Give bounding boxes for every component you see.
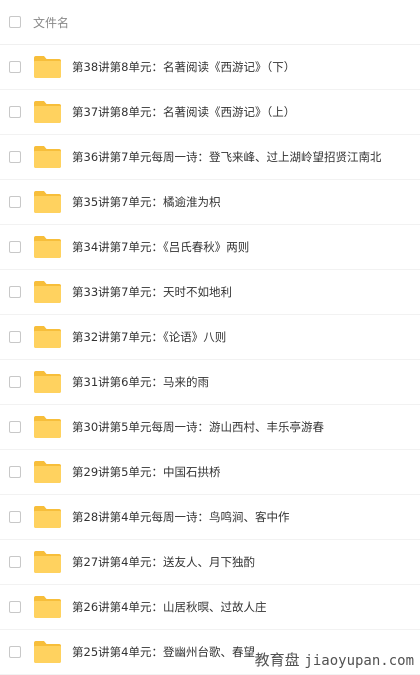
file-row[interactable]: 第38讲第8单元：名著阅读《西游记》（下） bbox=[0, 45, 420, 90]
file-row[interactable]: 第29讲第5单元：中国石拱桥 bbox=[0, 450, 420, 495]
folder-icon[interactable] bbox=[33, 505, 62, 529]
row-checkbox[interactable] bbox=[9, 646, 21, 658]
row-checkbox[interactable] bbox=[9, 241, 21, 253]
row-checkbox[interactable] bbox=[9, 151, 21, 163]
folder-icon[interactable] bbox=[33, 280, 62, 304]
file-row[interactable]: 第32讲第7单元：《论语》八则 bbox=[0, 315, 420, 360]
folder-icon[interactable] bbox=[33, 145, 62, 169]
file-name[interactable]: 第38讲第8单元：名著阅读《西游记》（下） bbox=[72, 59, 295, 75]
folder-icon[interactable] bbox=[33, 55, 62, 79]
watermark-cn: 教育盘 bbox=[254, 651, 300, 669]
file-name[interactable]: 第35讲第7单元：橘逾淮为枳 bbox=[72, 194, 220, 210]
row-checkbox[interactable] bbox=[9, 601, 21, 613]
row-checkbox[interactable] bbox=[9, 421, 21, 433]
folder-icon[interactable] bbox=[33, 595, 62, 619]
select-all-checkbox[interactable] bbox=[9, 16, 21, 28]
file-list-header: 文件名 bbox=[0, 0, 420, 45]
row-checkbox[interactable] bbox=[9, 466, 21, 478]
file-name[interactable]: 第32讲第7单元：《论语》八则 bbox=[72, 329, 226, 345]
folder-icon[interactable] bbox=[33, 640, 62, 664]
row-checkbox[interactable] bbox=[9, 196, 21, 208]
file-name[interactable]: 第26讲第4单元：山居秋暝、过故人庄 bbox=[72, 599, 266, 615]
file-name[interactable]: 第31讲第6单元：马来的雨 bbox=[72, 374, 209, 390]
file-row[interactable]: 第31讲第6单元：马来的雨 bbox=[0, 360, 420, 405]
file-name[interactable]: 第28讲第4单元每周一诗：鸟鸣涧、客中作 bbox=[72, 509, 289, 525]
row-checkbox[interactable] bbox=[9, 556, 21, 568]
file-row[interactable]: 第34讲第7单元：《吕氏春秋》两则 bbox=[0, 225, 420, 270]
row-checkbox[interactable] bbox=[9, 511, 21, 523]
file-name[interactable]: 第33讲第7单元：天时不如地利 bbox=[72, 284, 232, 300]
file-row[interactable]: 第37讲第8单元：名著阅读《西游记》（上） bbox=[0, 90, 420, 135]
folder-icon[interactable] bbox=[33, 235, 62, 259]
file-name[interactable]: 第25讲第4单元：登幽州台歌、春望 bbox=[72, 644, 255, 660]
folder-icon[interactable] bbox=[33, 460, 62, 484]
file-row[interactable]: 第30讲第5单元每周一诗：游山西村、丰乐亭游春 bbox=[0, 405, 420, 450]
file-row[interactable]: 第36讲第7单元每周一诗：登飞来峰、过上湖岭望招贤江南北 bbox=[0, 135, 420, 180]
row-checkbox[interactable] bbox=[9, 331, 21, 343]
row-checkbox[interactable] bbox=[9, 376, 21, 388]
row-checkbox[interactable] bbox=[9, 286, 21, 298]
file-row[interactable]: 第33讲第7单元：天时不如地利 bbox=[0, 270, 420, 315]
file-name[interactable]: 第29讲第5单元：中国石拱桥 bbox=[72, 464, 220, 480]
folder-icon[interactable] bbox=[33, 415, 62, 439]
folder-icon[interactable] bbox=[33, 550, 62, 574]
folder-icon[interactable] bbox=[33, 190, 62, 214]
file-name[interactable]: 第30讲第5单元每周一诗：游山西村、丰乐亭游春 bbox=[72, 419, 324, 435]
filename-column-header[interactable]: 文件名 bbox=[33, 14, 69, 31]
file-name[interactable]: 第36讲第7单元每周一诗：登飞来峰、过上湖岭望招贤江南北 bbox=[72, 149, 381, 165]
file-row[interactable]: 第26讲第4单元：山居秋暝、过故人庄 bbox=[0, 585, 420, 630]
file-row[interactable]: 第28讲第4单元每周一诗：鸟鸣涧、客中作 bbox=[0, 495, 420, 540]
file-name[interactable]: 第37讲第8单元：名著阅读《西游记》（上） bbox=[72, 104, 295, 120]
watermark: 教育盘 jiaoyupan.com bbox=[255, 649, 414, 670]
file-row[interactable]: 第27讲第4单元：送友人、月下独酌 bbox=[0, 540, 420, 585]
folder-icon[interactable] bbox=[33, 370, 62, 394]
folder-icon[interactable] bbox=[33, 100, 62, 124]
file-row[interactable]: 第35讲第7单元：橘逾淮为枳 bbox=[0, 180, 420, 225]
row-checkbox[interactable] bbox=[9, 61, 21, 73]
file-name[interactable]: 第27讲第4单元：送友人、月下独酌 bbox=[72, 554, 255, 570]
folder-icon[interactable] bbox=[33, 325, 62, 349]
watermark-en: jiaoyupan.com bbox=[304, 653, 414, 669]
file-name[interactable]: 第34讲第7单元：《吕氏春秋》两则 bbox=[72, 239, 249, 255]
file-list: 第38讲第8单元：名著阅读《西游记》（下） 第37讲第8单元：名著阅读《西游记》（… bbox=[0, 45, 420, 675]
row-checkbox[interactable] bbox=[9, 106, 21, 118]
